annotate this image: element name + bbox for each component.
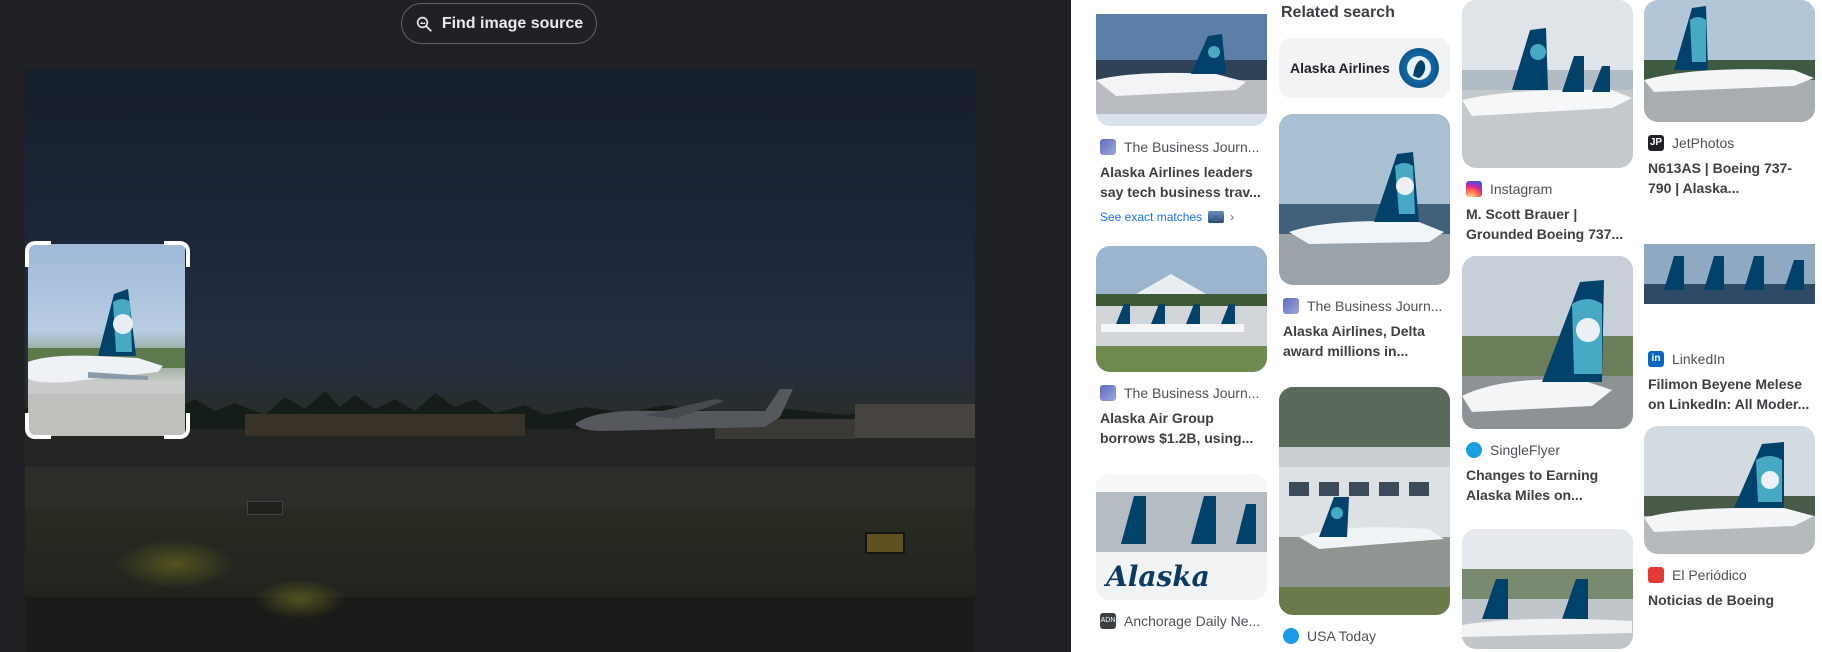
crop-corner-top-right[interactable] (164, 241, 190, 267)
result-card[interactable]: Alaska ADN Anchorage Daily Ne... (1096, 474, 1267, 630)
result-thumbnail[interactable] (1462, 256, 1633, 429)
result-card[interactable]: USA Today (1279, 387, 1450, 645)
result-thumbnail[interactable] (1644, 0, 1815, 122)
result-thumbnail[interactable] (1096, 246, 1267, 372)
result-source: USA Today (1307, 628, 1377, 644)
result-thumbnail[interactable] (1462, 529, 1633, 649)
linkedin-logo-icon: in (1648, 351, 1664, 367)
result-source: The Business Journ... (1124, 385, 1260, 401)
results-column-3: Instagram M. Scott Brauer | Grounded Boe… (1462, 0, 1633, 649)
selected-airplane-graphic (28, 289, 185, 436)
result-title: Alaska Airlines, Delta award millions in… (1283, 323, 1425, 359)
exact-match-thumbnail-icon (1208, 211, 1225, 223)
result-title: Noticias de Boeing (1648, 592, 1775, 608)
result-source: Instagram (1490, 181, 1553, 197)
result-card[interactable]: in LinkedIn Filimon Beyene Melese on Lin… (1644, 210, 1815, 414)
result-card[interactable]: Instagram M. Scott Brauer | Grounded Boe… (1462, 0, 1633, 244)
result-card[interactable]: SingleFlyer Changes to Earning Alaska Mi… (1462, 256, 1633, 505)
result-source: LinkedIn (1672, 351, 1725, 367)
results-column-2: Related search Alaska Airlines The Busin… (1279, 0, 1450, 645)
result-title: N613AS | Boeing 737-790 | Alaska... (1648, 160, 1792, 196)
result-source: Anchorage Daily Ne... (1124, 613, 1261, 629)
image-search-icon (416, 16, 432, 32)
crop-corner-bottom-left[interactable] (25, 413, 51, 439)
result-title: Filimon Beyene Melese on LinkedIn: All M… (1648, 376, 1810, 412)
related-search-chip[interactable]: Alaska Airlines (1279, 38, 1450, 98)
related-search-heading: Related search (1281, 4, 1395, 21)
jetphotos-logo-icon: JP (1648, 135, 1664, 151)
result-thumbnail[interactable] (1644, 210, 1815, 338)
crop-corner-top-left[interactable] (25, 241, 51, 267)
image-viewer: Find image source (0, 0, 1071, 652)
result-title: Alaska Airlines leaders say tech busines… (1100, 164, 1261, 200)
results-column-4: JP JetPhotos N613AS | Boeing 737-790 | A… (1644, 0, 1815, 630)
result-thumbnail[interactable]: Alaska (1096, 474, 1267, 600)
find-image-source-label: Find image source (441, 14, 584, 32)
alaska-airlines-avatar (1399, 48, 1439, 88)
usa-today-logo-icon (1283, 628, 1299, 644)
instagram-logo-icon (1466, 181, 1482, 197)
related-search-label: Alaska Airlines (1290, 60, 1390, 76)
selection-crop[interactable] (28, 244, 185, 436)
result-source: El Periódico (1672, 567, 1747, 583)
result-source: JetPhotos (1672, 135, 1735, 151)
result-title: Changes to Earning Alaska Miles on... (1466, 467, 1599, 503)
result-card[interactable] (1462, 529, 1633, 649)
result-title: M. Scott Brauer | Grounded Boeing 737... (1466, 206, 1624, 242)
result-card[interactable]: The Business Journ... Alaska Air Group b… (1096, 246, 1267, 448)
result-title: Alaska Air Group borrows $1.2B, using... (1100, 410, 1254, 446)
the-business-journals-logo-icon (1283, 298, 1299, 314)
result-source: The Business Journ... (1124, 139, 1260, 155)
result-card[interactable]: The Business Journ... Alaska Airlines, D… (1279, 114, 1450, 361)
result-source: The Business Journ... (1307, 298, 1443, 314)
result-thumbnail[interactable] (1096, 0, 1267, 126)
the-business-journals-logo-icon (1100, 385, 1116, 401)
result-thumbnail[interactable] (1279, 114, 1450, 285)
result-card[interactable]: El Periódico Noticias de Boeing (1644, 426, 1815, 630)
result-card[interactable]: JP JetPhotos N613AS | Boeing 737-790 | A… (1644, 0, 1815, 198)
singleflyer-logo-icon (1466, 442, 1482, 458)
anchorage-daily-news-logo-icon: ADN (1100, 613, 1116, 629)
result-thumbnail[interactable] (1462, 0, 1633, 168)
find-image-source-button[interactable]: Find image source (401, 3, 597, 44)
result-thumbnail[interactable] (1644, 426, 1815, 554)
crop-corner-bottom-right[interactable] (164, 413, 190, 439)
result-card[interactable]: The Business Journ... Alaska Airlines le… (1096, 0, 1267, 226)
see-exact-matches-link[interactable]: See exact matches › (1096, 208, 1267, 226)
results-column-1: The Business Journ... Alaska Airlines le… (1096, 0, 1267, 630)
result-thumbnail[interactable] (1279, 387, 1450, 615)
the-business-journals-logo-icon (1100, 139, 1116, 155)
svg-text:Alaska: Alaska (1103, 560, 1210, 593)
el-periodico-logo-icon (1648, 567, 1664, 583)
result-source: SingleFlyer (1490, 442, 1561, 458)
visual-matches-panel: The Business Journ... Alaska Airlines le… (1071, 0, 1822, 652)
chevron-right-icon: › (1230, 210, 1235, 224)
